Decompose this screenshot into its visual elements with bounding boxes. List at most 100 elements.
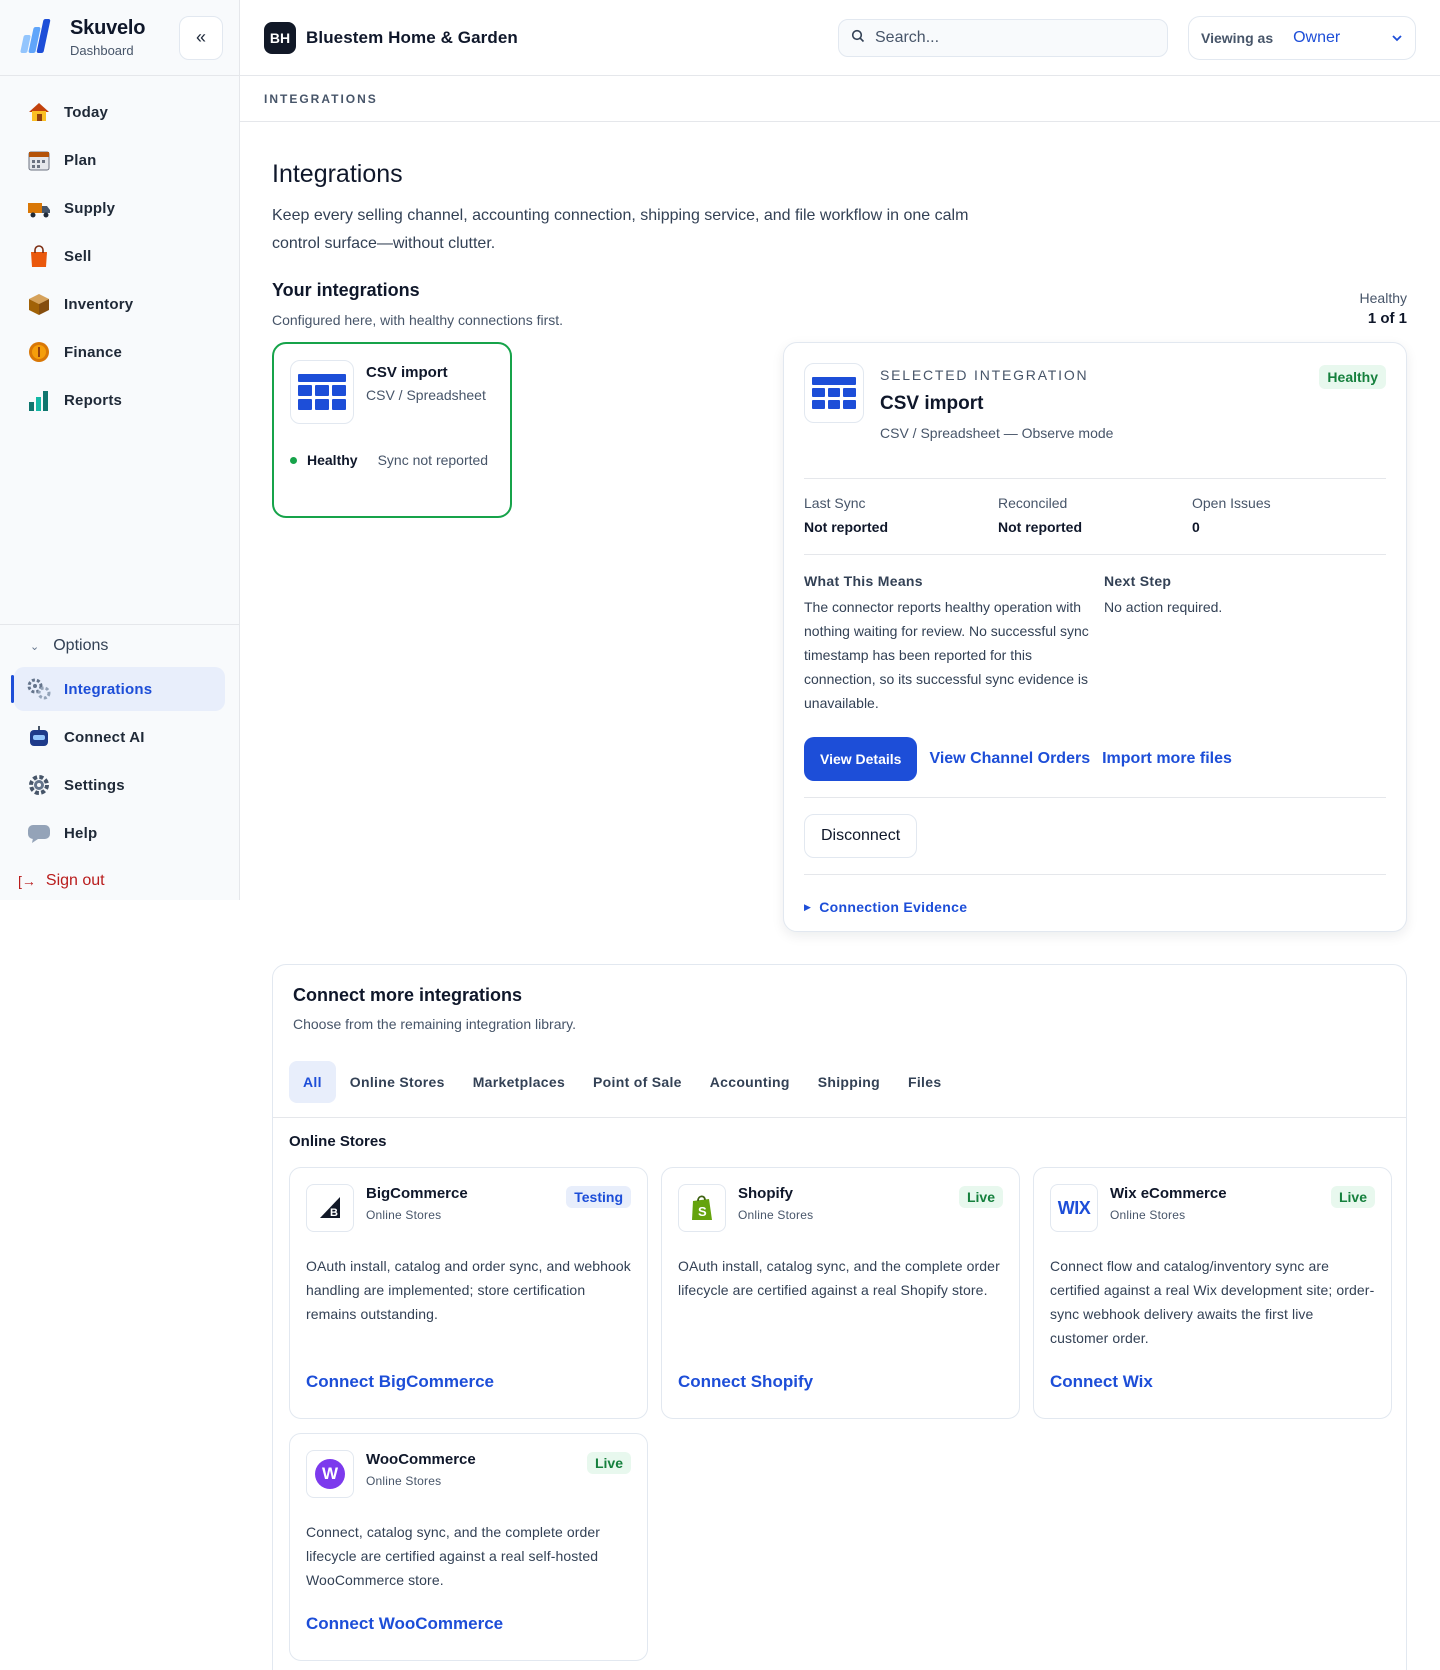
tab-online-stores[interactable]: Online Stores bbox=[336, 1061, 459, 1103]
triangle-right-icon: ▶ bbox=[804, 901, 812, 912]
sidebar-item-help[interactable]: Help bbox=[14, 811, 225, 855]
search-placeholder: Search... bbox=[875, 28, 940, 46]
status-badge: Testing bbox=[566, 1186, 631, 1208]
chart-icon bbox=[26, 387, 52, 413]
metric-label: Open Issues bbox=[1192, 495, 1271, 511]
integration-name: CSV import bbox=[366, 364, 448, 381]
sidebar-item-label: Supply bbox=[64, 199, 116, 217]
integration-description: Connect, catalog sync, and the complete … bbox=[306, 1524, 601, 1588]
connect-woocommerce-link[interactable]: Connect WooCommerce bbox=[306, 1614, 631, 1634]
sidebar-item-connect-ai[interactable]: Connect AI bbox=[14, 715, 225, 759]
spreadsheet-icon bbox=[290, 360, 354, 424]
view-details-button[interactable]: View Details bbox=[804, 737, 918, 781]
skuvelo-logo-icon bbox=[18, 18, 56, 57]
viewing-as-select[interactable]: Viewing as Owner bbox=[1188, 15, 1416, 60]
speech-bubble-icon bbox=[26, 820, 52, 846]
connected-integration-card[interactable]: CSV import CSV / Spreadsheet Healthy Syn… bbox=[272, 342, 512, 518]
sign-out-icon: [→ bbox=[18, 873, 36, 889]
sidebar-item-label: Reports bbox=[64, 391, 123, 409]
connect-bigcommerce-link[interactable]: Connect BigCommerce bbox=[306, 1372, 631, 1392]
integration-name: Wix eCommerce bbox=[1110, 1185, 1227, 1202]
next-step-heading: Next Step bbox=[1104, 573, 1172, 589]
sidebar-item-reports[interactable]: Reports bbox=[14, 378, 225, 422]
sidebar-item-label: Plan bbox=[64, 151, 97, 169]
integration-type: CSV / Spreadsheet bbox=[366, 387, 486, 403]
options-toggle[interactable]: ⌄ Options bbox=[14, 625, 225, 667]
tab-point-of-sale[interactable]: Point of Sale bbox=[579, 1061, 696, 1103]
metric-label: Reconciled bbox=[998, 495, 1068, 511]
metric-label: Last Sync bbox=[804, 495, 866, 511]
status-badge: Live bbox=[586, 1452, 631, 1474]
sidebar-item-today[interactable]: Today bbox=[14, 90, 225, 134]
main-nav: Today Plan Supply Sell Inventory Finance… bbox=[0, 76, 239, 422]
selected-eyebrow: SELECTED INTEGRATION bbox=[880, 367, 1089, 383]
box-icon bbox=[26, 291, 52, 317]
connect-shopify-link[interactable]: Connect Shopify bbox=[678, 1372, 1003, 1392]
sign-out-label: Sign out bbox=[45, 872, 105, 889]
integration-card-wix: WIX Wix eCommerce Online Stores Live Con… bbox=[1033, 1167, 1392, 1419]
sidebar-item-inventory[interactable]: Inventory bbox=[14, 282, 225, 326]
metric-open-issues: Open Issues 0 bbox=[1192, 495, 1386, 554]
metric-value: Not reported bbox=[998, 519, 1082, 535]
coin-icon bbox=[26, 339, 52, 365]
action-row: View Details View Channel Orders Import … bbox=[804, 737, 1386, 798]
sidebar-item-label: Help bbox=[64, 824, 98, 842]
sidebar-item-settings[interactable]: Settings bbox=[14, 763, 225, 807]
sidebar-item-label: Settings bbox=[64, 776, 125, 794]
tab-shipping[interactable]: Shipping bbox=[804, 1061, 894, 1103]
double-chevron-left-icon: « bbox=[195, 27, 206, 47]
sidebar-item-label: Integrations bbox=[64, 680, 153, 698]
workspace-avatar[interactable]: BH bbox=[264, 21, 296, 54]
integration-description: OAuth install, catalog sync, and the com… bbox=[678, 1258, 1000, 1298]
sidebar-header: Skuvelo Dashboard « bbox=[0, 0, 239, 76]
metric-last-sync: Last Sync Not reported bbox=[804, 495, 998, 554]
shopify-logo-icon: S bbox=[678, 1184, 726, 1232]
sidebar-item-integrations[interactable]: Integrations bbox=[11, 667, 225, 711]
gear-icon bbox=[26, 772, 52, 798]
options-section: ⌄ Options Integrations Connect AI Settin… bbox=[0, 624, 239, 903]
sidebar-item-label: Connect AI bbox=[64, 728, 145, 746]
integration-name: WooCommerce bbox=[366, 1451, 476, 1468]
what-this-means-text: The connector reports healthy operation … bbox=[804, 599, 1089, 711]
breadcrumb: INTEGRATIONS bbox=[240, 77, 1440, 122]
sidebar-item-plan[interactable]: Plan bbox=[14, 138, 225, 182]
sidebar-item-sell[interactable]: Sell bbox=[14, 234, 225, 278]
integration-name: Shopify bbox=[738, 1185, 793, 1202]
status-badge: Healthy bbox=[1319, 365, 1386, 389]
sidebar-item-supply[interactable]: Supply bbox=[14, 186, 225, 230]
tab-files[interactable]: Files bbox=[894, 1061, 955, 1103]
spreadsheet-icon bbox=[804, 363, 864, 423]
disconnect-button[interactable]: Disconnect bbox=[804, 814, 918, 858]
integration-card-bigcommerce: B BigCommerce Online Stores Testing OAut… bbox=[289, 1167, 648, 1419]
robot-icon bbox=[26, 724, 52, 750]
view-channel-orders-link[interactable]: View Channel Orders bbox=[929, 750, 1090, 768]
health-summary: Healthy 1 of 1 bbox=[1360, 290, 1407, 327]
integration-card-shopify: S Shopify Online Stores Live OAuth insta… bbox=[661, 1167, 1020, 1419]
shopping-bag-icon bbox=[26, 243, 52, 269]
chevron-down-icon: ⌄ bbox=[30, 640, 40, 653]
woocommerce-logo-text: W bbox=[315, 1459, 345, 1489]
next-step-text: No action required. bbox=[1104, 599, 1223, 615]
svg-text:B: B bbox=[330, 1207, 338, 1219]
tab-marketplaces[interactable]: Marketplaces bbox=[459, 1061, 579, 1103]
your-integrations-title: Your integrations bbox=[272, 280, 420, 300]
integration-sync-status: Sync not reported bbox=[377, 452, 489, 468]
tab-accounting[interactable]: Accounting bbox=[696, 1061, 804, 1103]
your-integrations-subtitle: Configured here, with healthy connection… bbox=[272, 312, 564, 328]
library-subtitle: Choose from the remaining integration li… bbox=[293, 1016, 576, 1032]
collapse-sidebar-button[interactable]: « bbox=[179, 15, 223, 60]
search-input[interactable]: Search... bbox=[838, 18, 1168, 57]
health-dot-icon bbox=[290, 456, 297, 464]
sidebar-item-finance[interactable]: Finance bbox=[14, 330, 225, 374]
tabs-divider bbox=[273, 1117, 1406, 1118]
connect-wix-link[interactable]: Connect Wix bbox=[1050, 1372, 1375, 1392]
connection-evidence-toggle[interactable]: ▶ Connection Evidence bbox=[804, 875, 1386, 915]
tab-all[interactable]: All bbox=[289, 1061, 336, 1103]
options-label: Options bbox=[53, 637, 109, 654]
health-summary-count: 1 of 1 bbox=[1367, 310, 1407, 327]
status-badge: Live bbox=[1330, 1186, 1375, 1208]
what-this-means-heading: What This Means bbox=[804, 573, 923, 589]
import-more-files-link[interactable]: Import more files bbox=[1102, 750, 1232, 768]
sign-out-button[interactable]: [→ Sign out bbox=[14, 859, 225, 903]
app-name: Skuvelo bbox=[70, 17, 146, 39]
